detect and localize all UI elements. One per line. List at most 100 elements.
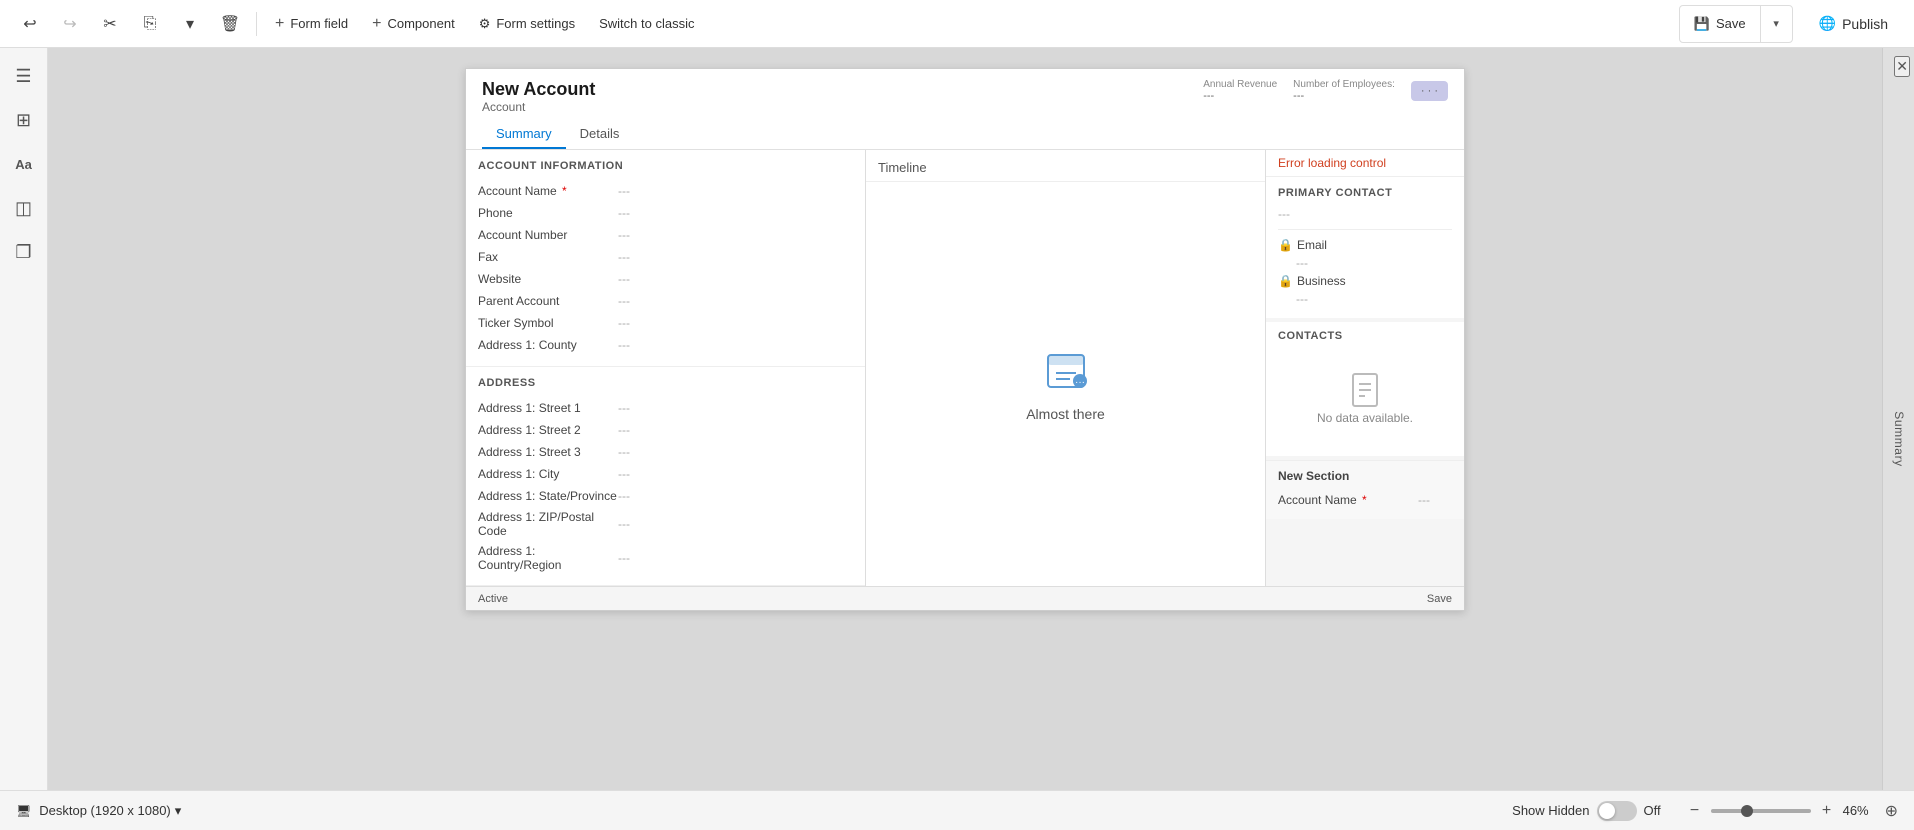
right-panel-close-button[interactable]: ✕ [1894, 56, 1910, 77]
form-body: ACCOUNT INFORMATION Account Name * --- P… [466, 150, 1464, 586]
email-label: Email [1297, 238, 1327, 252]
delete-button[interactable]: 🗑 [212, 6, 248, 42]
num-employees-label: Number of Employees: [1293, 79, 1395, 90]
field-label-parent-account: Parent Account [478, 294, 618, 308]
monitor-icon: 🖥 [16, 804, 31, 818]
sidebar-item-pages[interactable]: ❐ [4, 232, 44, 272]
field-value-street1: --- [618, 401, 630, 415]
form-right-column: Error loading control Primary Contact --… [1266, 150, 1464, 586]
copy-button[interactable]: ⎘ [132, 6, 168, 42]
cut-button[interactable]: ✂ [92, 6, 128, 42]
new-section-value-account-name: --- [1418, 493, 1430, 507]
sidebar-item-layers[interactable]: ◫ [4, 188, 44, 228]
component-label: Component [387, 16, 454, 31]
no-data-text: No data available. [1317, 411, 1413, 425]
toggle-container[interactable]: Off [1597, 801, 1660, 821]
timeline-content: ··· Almost there [866, 182, 1265, 586]
num-employees-stat: Number of Employees: --- [1293, 79, 1395, 102]
bottom-bar: 🖥 Desktop (1920 x 1080) ▾ Show Hidden Of… [0, 790, 1914, 830]
sidebar-item-grid[interactable]: ⊞ [4, 100, 44, 140]
field-street2: Address 1: Street 2 --- [478, 419, 853, 441]
field-label-city: Address 1: City [478, 467, 618, 481]
field-value-fax: --- [618, 250, 630, 264]
zoom-out-button[interactable]: − [1685, 801, 1705, 821]
form-middle-column: Timeline ··· Almost [866, 150, 1266, 586]
address-section: ADDRESS Address 1: Street 1 --- Address … [466, 367, 865, 586]
annual-revenue-value: --- [1203, 90, 1277, 102]
field-label-fax: Fax [478, 250, 618, 264]
zoom-slider[interactable] [1711, 809, 1811, 813]
undo-button[interactable]: ↩ [12, 6, 48, 42]
field-phone: Phone --- [478, 202, 853, 224]
field-value-account-name: --- [618, 184, 630, 198]
account-info-title: ACCOUNT INFORMATION [478, 160, 853, 172]
switch-classic-button[interactable]: Switch to classic [589, 10, 704, 37]
field-website: Website --- [478, 268, 853, 290]
field-label-country: Address 1: Country/Region [478, 544, 618, 572]
sidebar-item-text[interactable]: Aa [4, 144, 44, 184]
no-data-icon [1349, 372, 1381, 411]
publish-icon: 🌐 [1819, 15, 1836, 32]
tab-summary[interactable]: Summary [482, 120, 566, 149]
desktop-selector[interactable]: Desktop (1920 x 1080) ▾ [39, 803, 181, 819]
status-active: Active [478, 593, 508, 605]
desktop-label: Desktop (1920 x 1080) [39, 803, 171, 818]
field-label-street1: Address 1: Street 1 [478, 401, 618, 415]
header-action-label: · · · [1421, 85, 1438, 97]
field-value-ticker-symbol: --- [618, 316, 630, 330]
new-section-required: * [1362, 493, 1367, 507]
field-account-number: Account Number --- [478, 224, 853, 246]
field-value-street3: --- [618, 445, 630, 459]
form-field-label: Form field [290, 16, 348, 31]
num-employees-value: --- [1293, 90, 1395, 102]
field-label-zip: Address 1: ZIP/Postal Code [478, 510, 618, 538]
field-label-state: Address 1: State/Province [478, 489, 618, 503]
timeline-title: Timeline [866, 150, 1265, 182]
field-value-zip: --- [618, 517, 630, 531]
form-settings-label: Form settings [496, 16, 575, 31]
field-value-phone: --- [618, 206, 630, 220]
save-dropdown-button[interactable]: ▾ [1760, 6, 1792, 42]
save-button[interactable]: 💾 Save [1680, 10, 1760, 38]
zoom-in-button[interactable]: + [1817, 801, 1837, 821]
publish-button[interactable]: 🌐 Publish [1805, 9, 1902, 38]
field-value-state: --- [618, 489, 630, 503]
toggle-off-label: Off [1643, 803, 1660, 818]
save-icon: 💾 [1694, 16, 1710, 32]
tab-details[interactable]: Details [566, 120, 634, 149]
field-label-website: Website [478, 272, 618, 286]
toggle-track[interactable] [1597, 801, 1637, 821]
main-area: ☰ ⊞ Aa ◫ ❐ New Account Account Annual Re… [0, 48, 1914, 830]
toggle-knob [1599, 803, 1615, 819]
lock-icon-email: 🔒 [1278, 238, 1293, 252]
right-panel: ✕ Summary [1882, 48, 1914, 830]
expand-icon[interactable]: ⊕ [1885, 801, 1898, 821]
redo-button[interactable]: ↪ [52, 6, 88, 42]
form-tabs: Summary Details [482, 120, 1448, 149]
header-action-button[interactable]: · · · [1411, 81, 1448, 101]
field-label-street2: Address 1: Street 2 [478, 423, 618, 437]
zoom-controls: − + 46% ⊕ [1685, 801, 1898, 821]
field-country: Address 1: Country/Region --- [478, 541, 853, 575]
save-group: 💾 Save ▾ [1679, 5, 1793, 43]
lock-icon-business: 🔒 [1278, 274, 1293, 288]
plus-icon-form-field: + [275, 15, 284, 33]
almost-there-icon: ··· [1042, 347, 1090, 398]
form-settings-button[interactable]: ⚙ Form settings [469, 10, 585, 38]
copy-dropdown-button[interactable]: ▾ [172, 6, 208, 42]
field-value-street2: --- [618, 423, 630, 437]
show-hidden-label: Show Hidden [1512, 803, 1589, 818]
form-field-button[interactable]: + Form field [265, 9, 358, 39]
business-label: Business [1297, 274, 1346, 288]
error-text[interactable]: Error loading control [1278, 156, 1386, 170]
chevron-down-icon: ▾ [1773, 17, 1779, 30]
field-value-website: --- [618, 272, 630, 286]
new-section-title: New Section [1278, 469, 1452, 483]
sidebar-item-menu[interactable]: ☰ [4, 56, 44, 96]
new-section-field-account-name: Account Name * --- [1278, 489, 1452, 511]
component-button[interactable]: + Component [362, 9, 465, 39]
new-section-label-account-name: Account Name * [1278, 493, 1418, 507]
email-value: --- [1278, 254, 1452, 272]
new-section: New Section Account Name * --- [1266, 460, 1464, 519]
field-zip: Address 1: ZIP/Postal Code --- [478, 507, 853, 541]
